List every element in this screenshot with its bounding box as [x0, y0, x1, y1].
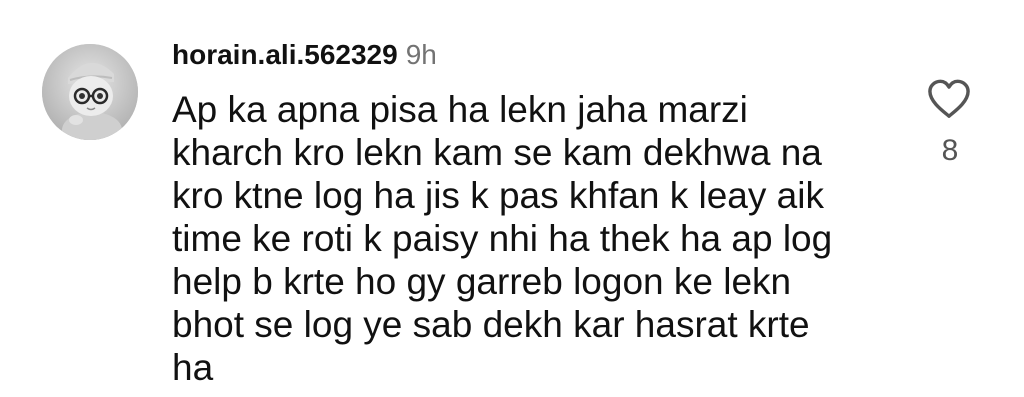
comment-text: Ap ka apna pisa ha lekn jaha marzi kharc…: [172, 88, 872, 389]
comment-line: ha: [172, 347, 214, 388]
username-link[interactable]: horain.ali.562329: [172, 39, 398, 70]
like-area: 8: [922, 78, 978, 178]
comment-header: horain.ali.562329 9h: [172, 36, 437, 74]
comment-line: bhot se log ye sab dekh kar hasrat krte: [172, 304, 810, 345]
avatar[interactable]: [42, 44, 138, 140]
comment-line: help b krte ho gy garreb logon ke lekn: [172, 261, 792, 302]
comment-line: time ke roti k paisy nhi ha thek ha ap l…: [172, 218, 833, 259]
like-button[interactable]: [926, 78, 972, 120]
comment-timestamp: 9h: [405, 39, 437, 70]
comment-line: kharch kro lekn kam se kam dekhwa na: [172, 132, 822, 173]
like-count: 8: [941, 134, 959, 167]
doll-avatar-icon: [42, 44, 138, 140]
comment-line: Ap ka apna pisa ha lekn jaha marzi: [172, 89, 748, 130]
comment-line: kro ktne log ha jis k pas khfan k leay a…: [172, 175, 824, 216]
heart-outline-icon: [928, 79, 970, 118]
comment-item: horain.ali.562329 9h Ap ka apna pisa ha l…: [0, 0, 1024, 397]
